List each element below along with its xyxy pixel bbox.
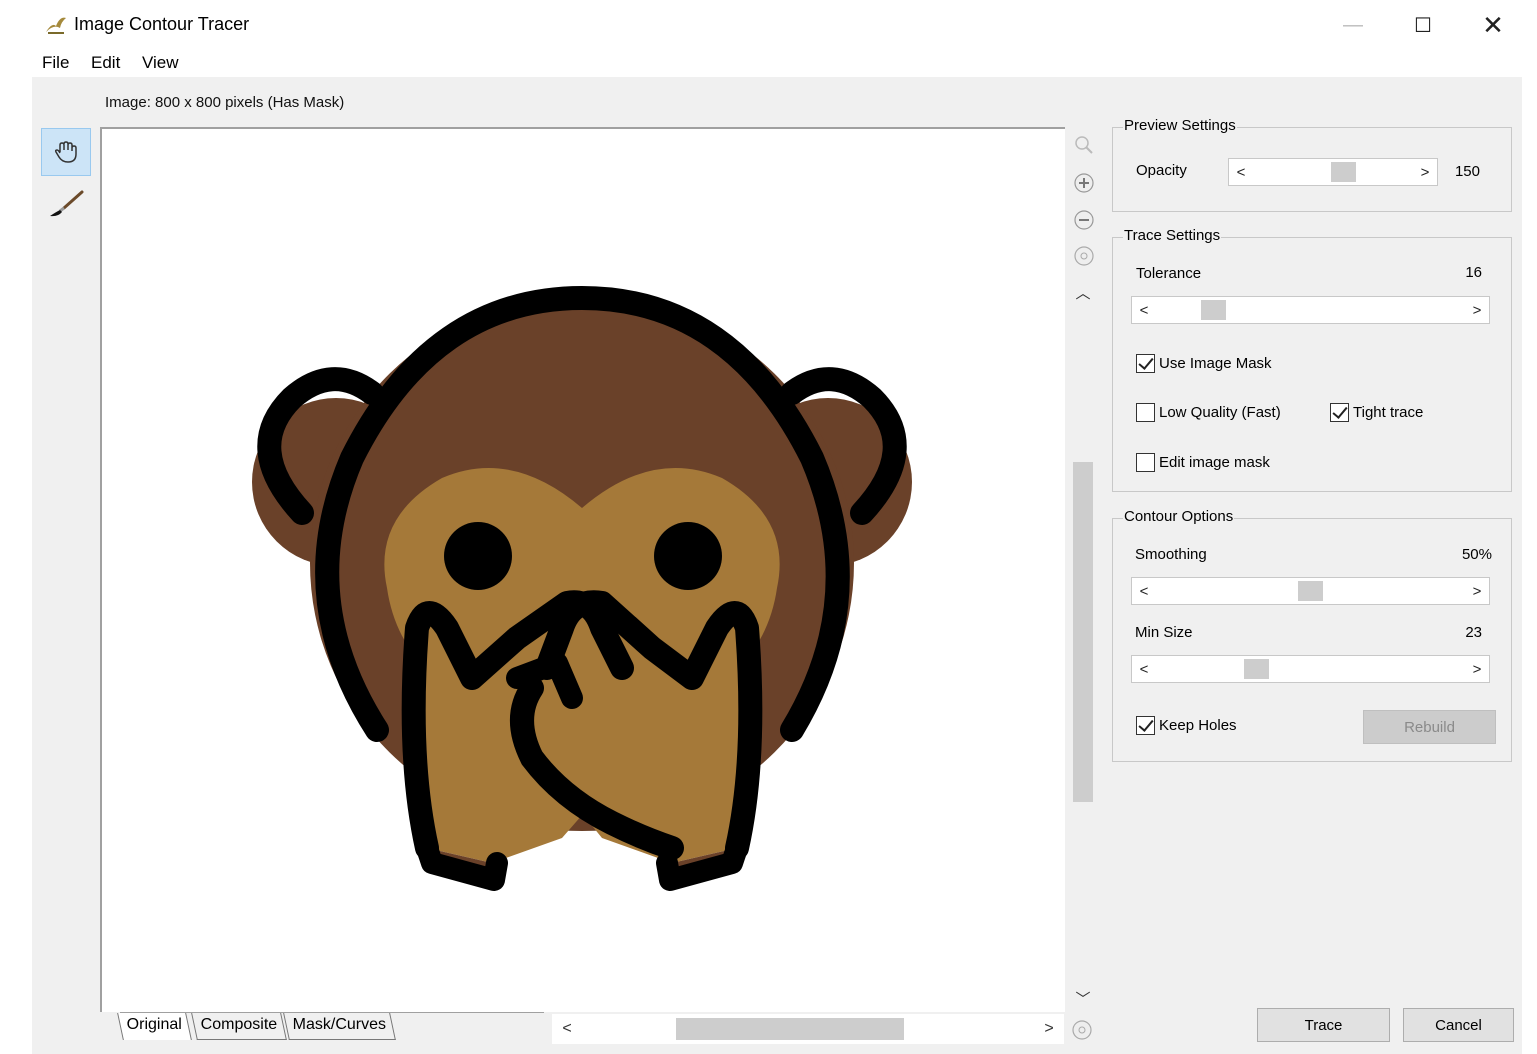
- smoothing-value: 50%: [1461, 546, 1492, 563]
- brush-icon: [50, 190, 84, 217]
- zoom-in-icon[interactable]: [1072, 171, 1096, 195]
- cancel-button[interactable]: Cancel: [1403, 1008, 1514, 1042]
- zoom-fit-icon[interactable]: [1072, 244, 1096, 268]
- tolerance-value: 16: [1465, 264, 1482, 281]
- menu-bar: File Edit View: [0, 50, 1537, 77]
- horizontal-scroll-thumb[interactable]: [676, 1018, 904, 1040]
- tab-original[interactable]: Original: [117, 1013, 193, 1040]
- opacity-slider[interactable]: < >: [1228, 158, 1438, 186]
- slider-right-icon[interactable]: >: [1465, 578, 1489, 604]
- monkey-image: [252, 285, 912, 891]
- smoothing-label: Smoothing: [1135, 546, 1207, 563]
- slider-right-icon[interactable]: >: [1465, 297, 1489, 323]
- edit-image-mask-checkbox[interactable]: Edit image mask: [1136, 453, 1270, 472]
- close-button[interactable]: ✕: [1458, 0, 1528, 50]
- scroll-up-icon[interactable]: ︿: [1068, 280, 1098, 304]
- low-quality-checkbox[interactable]: Low Quality (Fast): [1136, 403, 1281, 422]
- tight-trace-checkbox[interactable]: Tight trace: [1330, 403, 1423, 422]
- image-info-label: Image: 800 x 800 pixels (Has Mask): [105, 94, 345, 111]
- minimize-button[interactable]: —: [1318, 0, 1388, 50]
- zoom-icon[interactable]: [1072, 133, 1096, 157]
- vertical-scrollbar[interactable]: ︿ ﹀: [1068, 280, 1098, 1012]
- hand-icon: [54, 141, 77, 163]
- tab-mask-curves[interactable]: Mask/Curves: [283, 1013, 397, 1040]
- tolerance-label: Tolerance: [1136, 265, 1202, 282]
- zoom-out-icon[interactable]: [1072, 208, 1096, 232]
- slider-right-icon[interactable]: >: [1413, 159, 1437, 185]
- contour-options-title: Contour Options: [1123, 508, 1235, 525]
- slider-left-icon[interactable]: <: [1132, 578, 1156, 604]
- trace-settings-title: Trace Settings: [1123, 227, 1222, 244]
- smoothing-slider-thumb[interactable]: [1298, 581, 1323, 601]
- slider-right-icon[interactable]: >: [1465, 656, 1489, 682]
- preview-settings-title: Preview Settings: [1123, 117, 1237, 134]
- min-size-value: 23: [1465, 624, 1482, 641]
- tolerance-slider-thumb[interactable]: [1201, 300, 1226, 320]
- menu-file[interactable]: File: [42, 53, 69, 73]
- vertical-scroll-thumb[interactable]: [1073, 462, 1093, 802]
- scroll-left-icon[interactable]: <: [554, 1014, 580, 1044]
- tab-composite[interactable]: Composite: [191, 1013, 288, 1040]
- slider-left-icon[interactable]: <: [1132, 297, 1156, 323]
- scroll-right-icon[interactable]: >: [1036, 1014, 1062, 1044]
- menu-view[interactable]: View: [142, 53, 179, 73]
- maximize-button[interactable]: ☐: [1388, 0, 1458, 50]
- app-logo-icon: [46, 17, 66, 34]
- tolerance-slider[interactable]: < >: [1131, 296, 1490, 324]
- pan-corner-icon[interactable]: [1070, 1018, 1094, 1042]
- title-bar: Image Contour Tracer — ☐ ✕: [0, 0, 1537, 50]
- slider-left-icon[interactable]: <: [1229, 159, 1253, 185]
- rebuild-button[interactable]: Rebuild: [1363, 710, 1496, 744]
- horizontal-scrollbar[interactable]: < >: [552, 1014, 1064, 1044]
- smoothing-slider[interactable]: < >: [1131, 577, 1490, 605]
- keep-holes-checkbox[interactable]: Keep Holes: [1136, 716, 1237, 735]
- opacity-value: 150: [1454, 163, 1480, 180]
- opacity-slider-thumb[interactable]: [1331, 162, 1356, 182]
- scroll-down-icon[interactable]: ﹀: [1068, 986, 1098, 1010]
- min-size-slider-thumb[interactable]: [1244, 659, 1269, 679]
- menu-edit[interactable]: Edit: [91, 53, 120, 73]
- min-size-slider[interactable]: < >: [1131, 655, 1490, 683]
- use-image-mask-checkbox[interactable]: Use Image Mask: [1136, 354, 1272, 373]
- pan-tool-button[interactable]: [41, 128, 91, 176]
- window-title: Image Contour Tracer: [74, 14, 250, 34]
- image-preview[interactable]: [172, 158, 993, 979]
- view-tabs: Original Composite Mask/Curves: [104, 1012, 544, 1044]
- min-size-label: Min Size: [1135, 624, 1193, 641]
- trace-button[interactable]: Trace: [1257, 1008, 1390, 1042]
- brush-tool-button[interactable]: [41, 180, 91, 228]
- slider-left-icon[interactable]: <: [1132, 656, 1156, 682]
- opacity-label: Opacity: [1136, 162, 1187, 179]
